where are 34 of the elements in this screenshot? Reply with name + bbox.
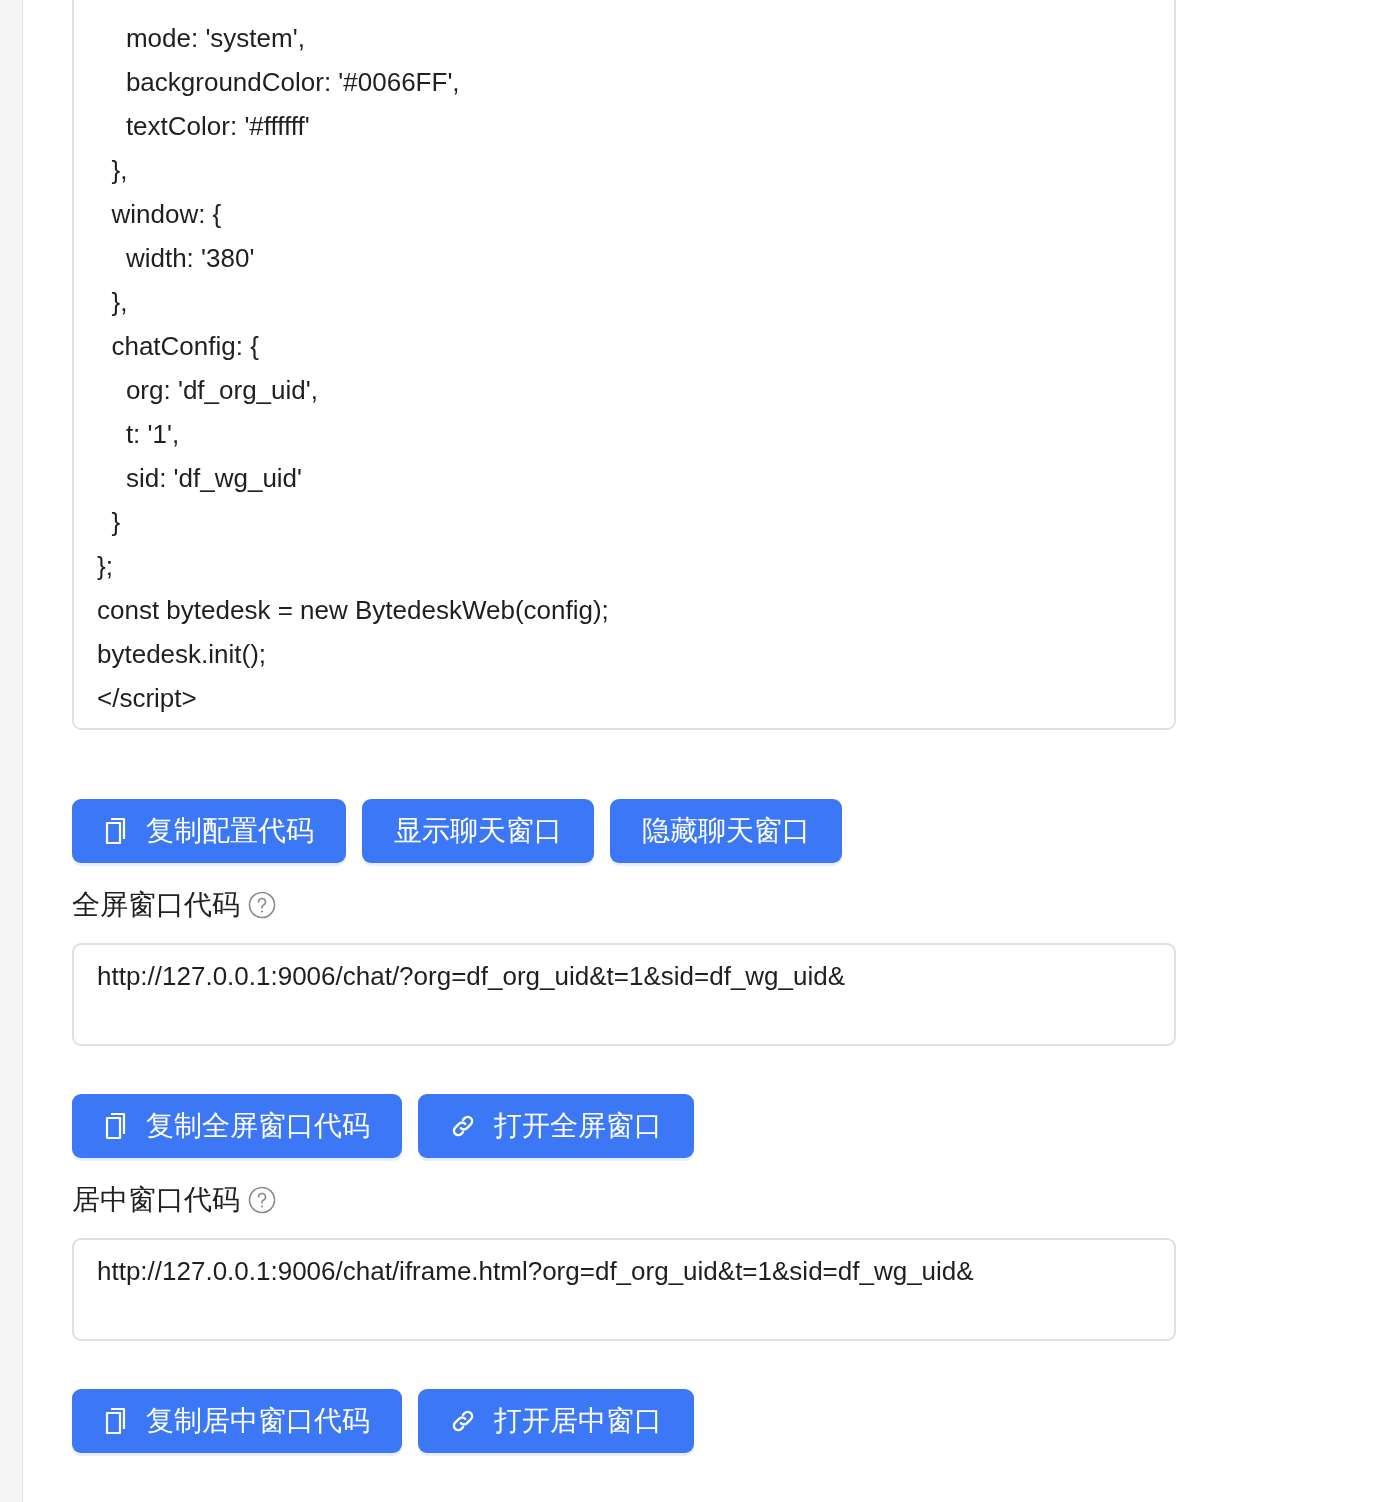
- code-line: sid: 'df_wg_uid': [124, 462, 304, 495]
- code-line: }: [110, 506, 122, 539]
- code-line: </script>: [97, 682, 198, 715]
- code-line: org: 'df_org_uid',: [124, 374, 319, 407]
- code-line: width: '380': [124, 242, 256, 275]
- code-line: },: [110, 154, 129, 187]
- code-line: const bytedesk = new BytedeskWeb(config);: [97, 594, 610, 627]
- code-line: t: '1',: [124, 418, 181, 451]
- link-icon: [450, 1113, 476, 1139]
- code-line: chatConfig: {: [110, 330, 260, 363]
- copy-icon: [104, 817, 128, 845]
- help-icon[interactable]: [248, 891, 276, 919]
- section-title: 全屏窗口代码: [72, 888, 240, 922]
- code-line: backgroundColor: '#0066FF',: [124, 66, 461, 99]
- code-line: mode: 'system',: [124, 22, 306, 55]
- code-line: window: {: [110, 198, 223, 231]
- action-button[interactable]: 复制居中窗口代码: [72, 1389, 402, 1453]
- action-button[interactable]: 显示聊天窗口: [362, 799, 594, 863]
- code-line: bytedesk.init();: [97, 638, 268, 671]
- url-field[interactable]: http://127.0.0.1:9006/chat/?org=df_org_uid&t=1&sid=df_wg_uid&: [72, 943, 1176, 1046]
- action-button[interactable]: 复制全屏窗口代码: [72, 1094, 402, 1158]
- url-field[interactable]: http://127.0.0.1:9006/chat/iframe.html?org=df_org_uid&t=1&sid=df_wg_uid&: [72, 1238, 1176, 1341]
- code-line: textColor: '#ffffff': [124, 110, 311, 143]
- open-button[interactable]: 打开全屏窗口: [418, 1094, 694, 1158]
- section-title: 居中窗口代码: [72, 1183, 240, 1217]
- action-button[interactable]: 复制配置代码: [72, 799, 346, 863]
- code-line: };: [97, 550, 114, 583]
- action-button[interactable]: 隐藏聊天窗口: [610, 799, 842, 863]
- help-icon[interactable]: [248, 1186, 276, 1214]
- code-line: },: [110, 286, 129, 319]
- link-icon: [450, 1408, 476, 1434]
- copy-icon: [104, 1112, 128, 1140]
- open-button[interactable]: 打开居中窗口: [418, 1389, 694, 1453]
- copy-icon: [104, 1407, 128, 1435]
